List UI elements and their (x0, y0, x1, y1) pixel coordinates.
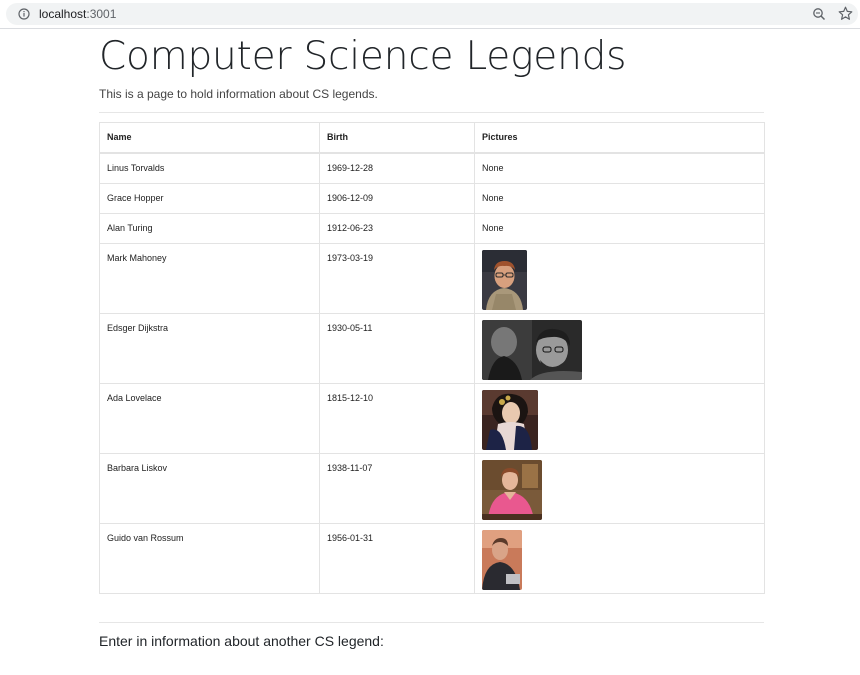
cell-birth: 1956-01-31 (319, 523, 475, 594)
cell-birth: 1973-03-19 (319, 243, 475, 314)
cell-birth: 1930-05-11 (319, 313, 475, 384)
cell-name: Alan Turing (99, 213, 320, 244)
cell-pictures (474, 243, 765, 314)
cell-birth: 1969-12-28 (319, 152, 475, 184)
cell-name: Grace Hopper (99, 183, 320, 214)
cell-name: Ada Lovelace (99, 383, 320, 454)
table-header-row: Name Birth Pictures (99, 122, 765, 154)
cell-birth: 1912-06-23 (319, 213, 475, 244)
bookmark-star-icon[interactable] (838, 6, 853, 21)
browser-address-bar: localhost:3001 (0, 0, 860, 29)
form-heading: Enter in information about another CS le… (99, 633, 384, 649)
url-host: localhost (39, 7, 87, 21)
url-field[interactable]: localhost:3001 (6, 3, 858, 25)
table-row: Alan Turing 1912-06-23 None (99, 213, 765, 244)
cell-pictures (474, 313, 765, 384)
header-name: Name (99, 122, 320, 154)
divider (99, 112, 764, 113)
page-title: Computer Science Legends (99, 34, 627, 79)
table-row: Barbara Liskov 1938-11-07 (99, 453, 765, 524)
cell-birth: 1815-12-10 (319, 383, 475, 454)
table-row: Mark Mahoney 1973-03-19 (99, 243, 765, 314)
photo-barbara-liskov[interactable] (482, 460, 542, 520)
photo-guido-van-rossum[interactable] (482, 530, 522, 590)
cell-name: Mark Mahoney (99, 243, 320, 314)
info-icon[interactable] (18, 8, 30, 20)
cell-pictures: None (474, 183, 765, 214)
cell-pictures (474, 383, 765, 454)
cell-name: Guido van Rossum (99, 523, 320, 594)
header-pictures: Pictures (474, 122, 765, 154)
cell-name: Edsger Dijkstra (99, 313, 320, 384)
url-text[interactable]: localhost:3001 (39, 7, 116, 21)
cell-pictures: None (474, 213, 765, 244)
table-row: Ada Lovelace 1815-12-10 (99, 383, 765, 454)
cell-pictures: None (474, 152, 765, 184)
table-row: Grace Hopper 1906-12-09 None (99, 183, 765, 214)
photo-mark-mahoney[interactable] (482, 250, 527, 310)
legends-table: Name Birth Pictures Linus Torvalds 1969-… (99, 122, 765, 594)
cell-name: Linus Torvalds (99, 152, 320, 184)
page-description: This is a page to hold information about… (99, 87, 378, 101)
cell-pictures (474, 523, 765, 594)
cell-birth: 1906-12-09 (319, 183, 475, 214)
table-row: Linus Torvalds 1969-12-28 None (99, 152, 765, 184)
photo-edsger-dijkstra[interactable] (482, 320, 582, 380)
url-port: :3001 (86, 7, 117, 21)
header-birth: Birth (319, 122, 475, 154)
cell-pictures (474, 453, 765, 524)
table-row: Guido van Rossum 1956-01-31 (99, 523, 765, 594)
cell-birth: 1938-11-07 (319, 453, 475, 524)
zoom-icon[interactable] (812, 7, 826, 21)
table-row: Edsger Dijkstra 1930-05-11 (99, 313, 765, 384)
cell-name: Barbara Liskov (99, 453, 320, 524)
photo-ada-lovelace[interactable] (482, 390, 538, 450)
divider (99, 622, 764, 623)
